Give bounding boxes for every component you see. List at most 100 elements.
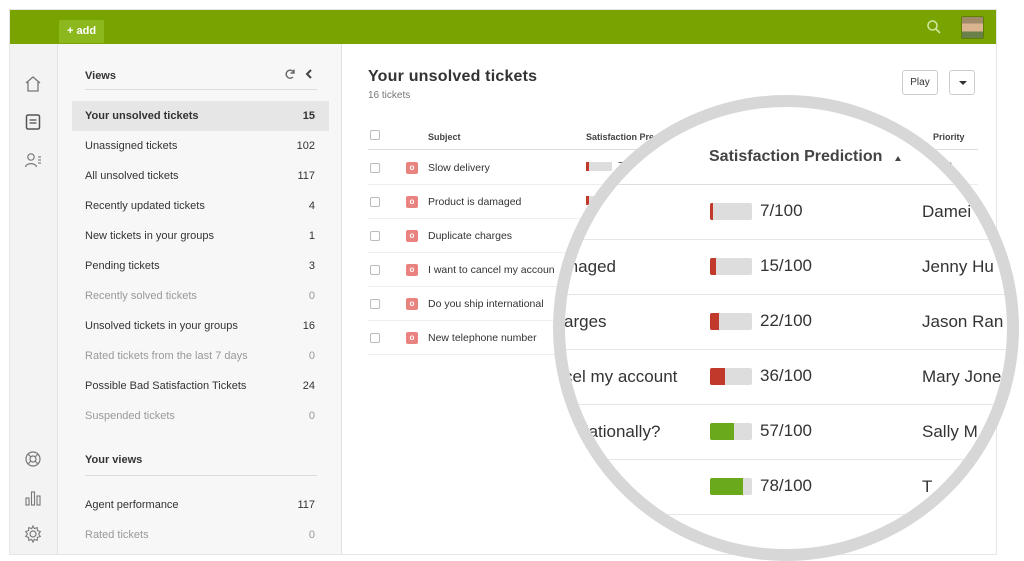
satisfaction-bar xyxy=(710,258,752,275)
ticket-subject: arges xyxy=(564,312,607,331)
view-item-label: Unsolved tickets in your groups xyxy=(85,320,238,332)
status-badge: o xyxy=(406,196,418,208)
view-item-count: 0 xyxy=(308,529,315,541)
view-item[interactable]: Pending tickets 3 xyxy=(72,251,329,281)
view-item[interactable]: Rated tickets 0 xyxy=(72,520,329,550)
status-badge: o xyxy=(406,298,418,310)
view-item[interactable]: Suspended tickets 0 xyxy=(72,401,329,431)
support-icon[interactable] xyxy=(23,449,43,469)
collapse-icon[interactable] xyxy=(304,68,314,80)
tickets-icon[interactable] xyxy=(23,112,43,132)
row-checkbox[interactable] xyxy=(370,163,380,173)
view-item[interactable]: Unsolved tickets in your groups 16 xyxy=(72,311,329,341)
view-item[interactable]: Recently updated tickets 4 xyxy=(72,191,329,221)
status-badge: o xyxy=(406,230,418,242)
requester-name: Mary Jone xyxy=(922,367,1002,386)
ticket-subject: ber xyxy=(564,477,589,496)
magnified-row: maged 15/100 Jenny Hu xyxy=(564,240,1007,295)
view-item-count: 24 xyxy=(302,380,315,392)
views-controls xyxy=(284,68,314,80)
magnified-row: arges 22/100 Jason Ran xyxy=(564,295,1007,350)
view-item-label: Agent performance xyxy=(85,499,179,511)
settings-icon[interactable] xyxy=(23,524,43,544)
divider xyxy=(85,475,317,476)
view-item-count: 15 xyxy=(302,110,315,122)
ticket-subject[interactable]: New telephone number xyxy=(428,332,537,344)
top-bar: + add xyxy=(10,10,996,44)
add-button[interactable]: + add xyxy=(59,20,105,43)
row-checkbox[interactable] xyxy=(370,231,380,241)
view-item-label: Your unsolved tickets xyxy=(85,110,199,122)
reports-icon[interactable] xyxy=(23,488,43,508)
view-item[interactable]: Your unsolved tickets 15 xyxy=(72,101,329,131)
ticket-subject[interactable]: Slow delivery xyxy=(428,162,490,174)
view-item-count: 1 xyxy=(308,230,315,242)
requester-name: Damei xyxy=(922,202,972,221)
user-avatar[interactable] xyxy=(961,16,984,39)
refresh-icon[interactable] xyxy=(284,68,296,80)
status-badge: o xyxy=(406,332,418,344)
column-satisfaction-prediction[interactable]: Satisfaction Prediction xyxy=(709,148,882,166)
row-checkbox[interactable] xyxy=(370,299,380,309)
ticket-subject[interactable]: Do you ship international xyxy=(428,298,544,310)
requester-name: Jason Ran xyxy=(922,312,1004,331)
view-item[interactable]: Rated tickets from the last 7 days 0 xyxy=(72,341,329,371)
view-item-count: 3 xyxy=(308,260,315,272)
play-button[interactable]: Play xyxy=(902,70,938,95)
page-title: Your unsolved tickets xyxy=(368,68,538,85)
ticket-subject[interactable]: I want to cancel my accoun xyxy=(428,264,555,276)
row-checkbox[interactable] xyxy=(370,333,380,343)
sort-asc-icon xyxy=(895,156,901,161)
view-item[interactable]: All unsolved tickets 117 xyxy=(72,161,329,191)
satisfaction-value: 22/100 xyxy=(760,311,812,330)
view-item-label: Possible Bad Satisfaction Tickets xyxy=(85,380,247,392)
magnified-row: 7/100 Damei xyxy=(565,185,1007,240)
your-views-title: Your views xyxy=(85,454,143,466)
ticket-subject: maged xyxy=(564,257,616,276)
satisfaction-bar xyxy=(710,423,752,440)
divider xyxy=(85,89,317,90)
ticket-subject[interactable]: Product is damaged xyxy=(428,196,521,208)
view-item-label: Rated tickets from the last 7 days xyxy=(85,350,248,362)
requester-name: T xyxy=(922,477,933,496)
views-panel: Views Your unsolved tickets 15 Unassigned … xyxy=(58,44,342,554)
view-item-count: 117 xyxy=(297,170,315,182)
satisfaction-bar xyxy=(710,203,752,220)
satisfaction-value: 57/100 xyxy=(760,421,812,440)
magnified-table: Satisfaction Prediction 7/100 Damei maged 1… xyxy=(564,107,1007,549)
magnified-row: ernationally? 57/100 Sally M xyxy=(564,405,1007,460)
row-checkbox[interactable] xyxy=(370,197,380,207)
nav-rail xyxy=(10,44,58,554)
customers-icon[interactable] xyxy=(23,150,43,170)
view-item[interactable]: Recently solved tickets 0 xyxy=(72,281,329,311)
view-item-count: 0 xyxy=(308,350,315,362)
view-item-count: 117 xyxy=(297,499,315,511)
view-item-label: Pending tickets xyxy=(85,260,160,272)
view-item-label: New tickets in your groups xyxy=(85,230,214,242)
home-icon[interactable] xyxy=(23,74,43,94)
more-dropdown-button[interactable] xyxy=(949,70,975,95)
view-item[interactable]: Unassigned tickets 102 xyxy=(72,131,329,161)
view-item[interactable]: Possible Bad Satisfaction Tickets 24 xyxy=(72,371,329,401)
status-badge: o xyxy=(406,162,418,174)
satisfaction-bar xyxy=(710,478,752,495)
select-all-checkbox[interactable] xyxy=(370,130,380,140)
view-item[interactable]: New tickets in your groups 1 xyxy=(72,221,329,251)
status-badge: o xyxy=(406,264,418,276)
view-item[interactable]: Agent performance 117 xyxy=(72,490,329,520)
view-item-label: All unsolved tickets xyxy=(85,170,179,182)
view-item-count: 0 xyxy=(308,290,315,302)
views-title: Views xyxy=(85,70,116,82)
satisfaction-bar xyxy=(710,368,752,385)
magnified-row: ber 78/100 T xyxy=(564,460,1007,515)
ticket-subject[interactable]: Duplicate charges xyxy=(428,230,512,242)
requester-name: Jenny Hu xyxy=(922,257,994,276)
magnifier-callout: Satisfaction Prediction 7/100 Damei maged 1… xyxy=(553,95,1019,561)
column-subject[interactable]: Subject xyxy=(428,132,461,142)
row-checkbox[interactable] xyxy=(370,265,380,275)
satisfaction-value: 78/100 xyxy=(760,476,812,495)
satisfaction-value: 15/100 xyxy=(760,256,812,275)
ticket-subject: ernationally? xyxy=(564,422,661,441)
search-icon[interactable] xyxy=(926,19,942,35)
satisfaction-bar xyxy=(710,313,752,330)
